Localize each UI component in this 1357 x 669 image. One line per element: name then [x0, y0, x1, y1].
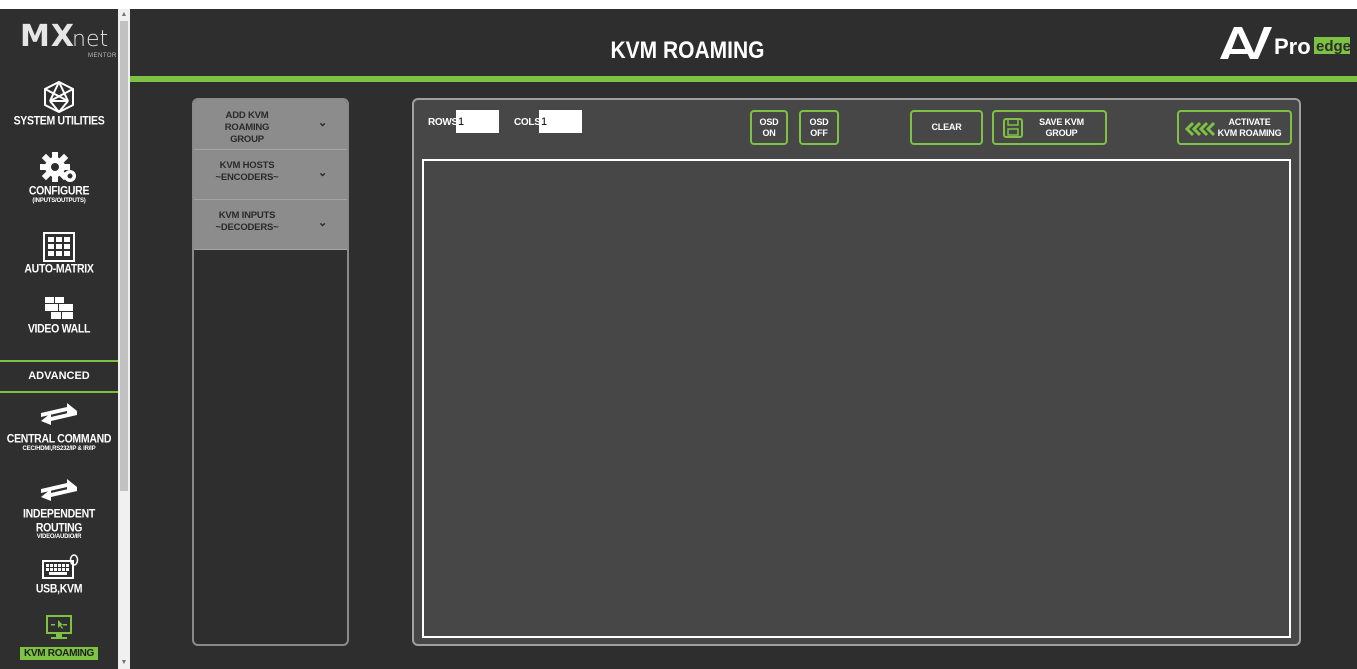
sidebar-item-system-utilities[interactable]: SYSTEM UTILITIES [0, 79, 118, 128]
kvm-accordion-panel: ADD KVM ROAMING GROUP ⌄ KVM HOSTS ~ENCOD… [192, 98, 349, 646]
avpro-edge-logo: Pro edge [1220, 27, 1351, 59]
accordion-add-kvm-roaming-group[interactable]: ADD KVM ROAMING GROUP ⌄ [194, 100, 347, 150]
keyboard-mouse-icon [42, 554, 79, 579]
logo-main: MX [20, 19, 75, 54]
save-kvm-group-text: SAVE KVM GROUP [1039, 117, 1084, 139]
video-wall-icon [45, 297, 73, 319]
sidebar-item-label: VIDEO WALL [27, 322, 91, 336]
sidebar-item-sublabel: (INPUTS/OUTPUTS) [32, 198, 86, 204]
accordion-line2: ROAMING GROUP [224, 122, 270, 145]
osd-on-button[interactable]: OSD ON [750, 110, 788, 145]
activate-kvm-roaming-button[interactable]: ACTIVATE KVM ROAMING [1177, 110, 1292, 145]
brand-pro: Pro [1274, 34, 1311, 59]
sidebar-item-label-active: KVM ROAMING [19, 647, 99, 660]
sidebar-item-label: CONFIGURE [28, 184, 90, 198]
sidebar-item-kvm-roaming[interactable]: KVM ROAMING [0, 613, 118, 661]
osd-off-line2: OFF [810, 127, 828, 138]
accordion-kvm-inputs-decoders[interactable]: KVM INPUTS ~DECODERS~ ⌄ [194, 200, 347, 250]
sidebar-item-central-command[interactable]: CENTRAL COMMAND CEC/HDMI,RS232/IP & IR/I… [0, 399, 118, 452]
osd-on-line1: OSD [759, 116, 779, 127]
scroll-down-arrow-icon[interactable]: ▼ [118, 657, 130, 669]
scroll-up-arrow-icon[interactable]: ▲ [118, 9, 130, 21]
advanced-label: ADVANCED [28, 370, 90, 382]
save-line1: SAVE KVM [1039, 116, 1084, 127]
osd-on-line2: ON [762, 127, 776, 138]
header-divider [130, 76, 1357, 82]
kvm-roaming-canvas[interactable] [422, 159, 1291, 638]
sidebar-item-label: INDEPENDENT ROUTING [23, 507, 95, 535]
gear-icon [40, 152, 76, 182]
sidebar-item-label: CENTRAL COMMAND [6, 432, 112, 446]
accordion-line2: ~ENCODERS~ [215, 172, 279, 183]
accordion-kvm-hosts-encoders[interactable]: KVM HOSTS ~ENCODERS~ ⌄ [194, 150, 347, 200]
save-line2: GROUP [1045, 127, 1078, 138]
save-disk-icon [1003, 118, 1023, 138]
chevron-down-icon[interactable]: ⌄ [318, 117, 327, 129]
page-header: KVM ROAMING Pro edge [130, 9, 1357, 79]
clear-button[interactable]: CLEAR [910, 110, 983, 145]
activate-kvm-roaming-text: ACTIVATE KVM ROAMING [1218, 117, 1282, 139]
accordion-line1: KVM HOSTS [219, 160, 275, 171]
matrix-grid-icon [43, 232, 75, 262]
advanced-section-header: ADVANCED [0, 360, 118, 393]
network-sphere-icon [44, 80, 74, 114]
scrollbar-thumb[interactable] [120, 21, 128, 491]
sidebar: MX net MENTOR SYSTEM UTILITIES CONFIGURE… [0, 9, 118, 669]
accordion-line1: ADD KVM [225, 110, 269, 121]
sidebar-item-video-wall[interactable]: VIDEO WALL [0, 295, 118, 336]
sidebar-item-label: AUTO-MATRIX [24, 262, 94, 276]
sidebar-item-label: USB,KVM [35, 582, 83, 596]
chevron-down-icon[interactable]: ⌄ [318, 217, 327, 229]
app-frame: MX net MENTOR SYSTEM UTILITIES CONFIGURE… [0, 9, 1357, 669]
clear-label: CLEAR [931, 122, 962, 132]
brand-edge: edge [1316, 38, 1351, 55]
sidebar-item-usb-kvm[interactable]: USB,KVM [0, 553, 118, 596]
page-title: KVM ROAMING [610, 37, 765, 64]
bidirectional-arrow-icon [41, 479, 77, 501]
logo-tag: MENTOR [88, 53, 117, 59]
save-kvm-group-button[interactable]: SAVE KVM GROUP [992, 110, 1107, 145]
chevron-down-icon[interactable]: ⌄ [318, 167, 327, 179]
mxnet-logo: MX net MENTOR [20, 19, 116, 69]
sidebar-item-independent-routing[interactable]: INDEPENDENT ROUTING VIDEO/AUDIO/IR [0, 475, 118, 540]
activate-line1: ACTIVATE [1228, 116, 1271, 127]
monitor-cursor-icon [46, 615, 72, 639]
bidirectional-arrow-icon [41, 403, 77, 425]
sidebar-scrollbar[interactable]: ▲ ▼ [118, 9, 130, 669]
sidebar-item-auto-matrix[interactable]: AUTO-MATRIX [0, 231, 118, 276]
osd-off-line1: OSD [809, 116, 829, 127]
accordion-line2: ~DECODERS~ [215, 222, 279, 233]
cols-input[interactable] [539, 110, 582, 133]
rows-input[interactable] [456, 110, 499, 133]
accordion-line1: KVM INPUTS [218, 210, 276, 221]
sidebar-item-label: SYSTEM UTILITIES [13, 114, 105, 128]
sidebar-item-sublabel: VIDEO/AUDIO/IR [36, 534, 82, 540]
activate-line2: KVM ROAMING [1217, 127, 1282, 138]
sidebar-item-configure[interactable]: CONFIGURE (INPUTS/OUTPUTS) [0, 149, 118, 204]
chevrons-left-icon [1185, 121, 1216, 137]
logo-sub: net [72, 27, 109, 52]
kvm-layout-panel: ROWS: COLS: OSD ON OSD OFF CLEAR SAVE KV… [412, 98, 1301, 646]
osd-off-button[interactable]: OSD OFF [799, 110, 839, 145]
sidebar-item-sublabel: CEC/HDMI,RS232/IP & IR/IP [22, 446, 96, 452]
